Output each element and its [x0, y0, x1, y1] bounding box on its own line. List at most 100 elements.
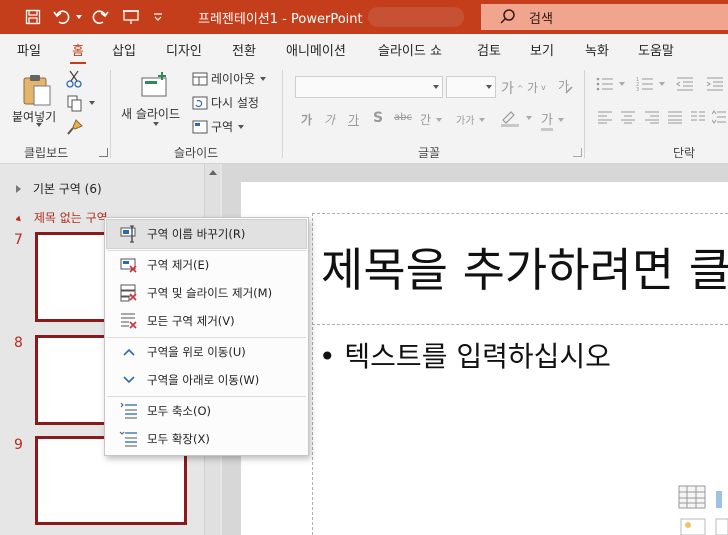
tab-review[interactable]: 검토 [477, 40, 501, 59]
menu-item-collapse-all[interactable]: 모두 축소(O) [107, 397, 306, 425]
new-slide-button[interactable]: 새 슬라이드 [121, 105, 180, 122]
font-color-button[interactable]: 가 [541, 109, 564, 131]
justify-icon[interactable] [667, 110, 683, 124]
document-title: 프레젠테이션1 - PowerPoint [198, 8, 363, 27]
strikethrough-button[interactable]: abc [394, 112, 412, 123]
reset-button[interactable]: 다시 설정 [192, 94, 259, 111]
chevron-up-icon [116, 342, 142, 362]
underline-button[interactable]: 가 [348, 111, 359, 128]
insert-table-icon[interactable] [678, 485, 706, 512]
new-slide-dropdown-icon[interactable] [151, 122, 159, 126]
paste-dropdown-icon[interactable] [34, 123, 42, 127]
font-size-combo[interactable] [446, 76, 496, 98]
menu-item-expand-all[interactable]: 모두 확장(X) [107, 425, 306, 453]
char-spacing-button[interactable]: 간 [420, 111, 443, 128]
section-header-basic[interactable]: 기본 구역 (6) [16, 180, 102, 197]
section-icon [192, 120, 208, 133]
tab-file[interactable]: 파일 [17, 40, 41, 59]
font-group-label: 글꼴 [418, 146, 441, 160]
present-from-start-icon[interactable] [120, 5, 142, 29]
body-placeholder-text: • 텍스트를 입력하십시오 [319, 340, 611, 373]
bold-button[interactable]: 가 [301, 111, 312, 128]
body-placeholder[interactable]: • 텍스트를 입력하십시오 [312, 327, 728, 535]
new-slide-icon[interactable] [138, 70, 170, 100]
save-icon[interactable] [22, 5, 44, 29]
title-bar: 프레젠테이션1 - PowerPoint 검색 [0, 0, 728, 34]
tab-home[interactable]: 홈 [70, 40, 86, 65]
section-button[interactable]: 구역 [192, 118, 245, 135]
tab-record[interactable]: 녹화 [585, 40, 609, 59]
remove-all-sections-icon [116, 311, 142, 331]
clear-format-icon[interactable]: 가 [557, 78, 573, 94]
clipboard-launcher-icon[interactable] [99, 148, 108, 157]
collapse-arrow-icon[interactable] [16, 215, 23, 223]
remove-section-icon [116, 255, 142, 275]
menu-item-remove-section-and-slides[interactable]: 구역 및 슬라이드 제거(M) [107, 279, 306, 307]
menu-item-remove-all-sections[interactable]: 모든 구역 제거(V) [107, 307, 306, 335]
rename-section-icon [116, 224, 142, 244]
menu-item-remove-section[interactable]: 구역 제거(E) [107, 251, 306, 279]
italic-button[interactable]: 가 [324, 111, 335, 128]
format-painter-icon[interactable] [66, 118, 84, 136]
highlight-button[interactable] [499, 108, 532, 128]
group-divider [584, 70, 585, 158]
increase-indent-icon[interactable] [706, 76, 724, 92]
font-name-combo[interactable] [295, 76, 443, 98]
insert-chart-icon[interactable] [714, 485, 728, 512]
paragraph-group-label: 단락 [673, 146, 696, 160]
title-placeholder[interactable]: 제목을 추가하려면 클 [312, 213, 728, 325]
section-context-menu: 구역 이름 바꾸기(R) 구역 제거(E) 구역 및 슬라이드 제거(M) 모든… [104, 217, 309, 456]
slide-number: 9 [14, 437, 23, 453]
redo-icon[interactable] [90, 5, 110, 29]
bullets-icon [596, 77, 613, 91]
tab-animations[interactable]: 애니메이션 [286, 40, 346, 59]
tab-insert[interactable]: 삽입 [112, 40, 136, 59]
collapse-all-icon [116, 401, 142, 421]
search-box[interactable]: 검색 [481, 4, 728, 30]
font-launcher-icon[interactable] [573, 148, 582, 157]
tab-design[interactable]: 디자인 [166, 40, 202, 59]
grow-font-button[interactable]: 가 ^ [501, 78, 524, 98]
reset-label: 다시 설정 [211, 96, 259, 110]
numbering-icon: 123 [636, 77, 653, 92]
tab-slideshow[interactable]: 슬라이드 쇼 [378, 40, 442, 59]
shadow-button[interactable]: S [373, 110, 383, 126]
change-case-button[interactable]: 가가 [456, 112, 486, 127]
section-header-untitled[interactable]: 제목 없는 구역 [16, 209, 108, 223]
menu-item-move-section-down[interactable]: 구역을 아래로 이동(W) [107, 366, 306, 394]
tab-view[interactable]: 보기 [530, 40, 554, 59]
slide-number: 8 [14, 335, 23, 351]
section-name: 제목 없는 구역 [33, 211, 108, 223]
align-left-icon[interactable] [597, 110, 613, 124]
line-spacing-icon[interactable] [712, 110, 726, 124]
insert-media-icon[interactable] [714, 517, 728, 535]
numbering-button[interactable]: 123 [636, 76, 665, 92]
ribbon: 붙여넣기 클립보드 새 슬라이드 레이아웃 다시 설정 구역 슬라이드 가 ^ … [0, 64, 728, 164]
undo-dropdown-icon[interactable] [72, 5, 84, 29]
menu-item-label: 모두 확장(X) [147, 432, 210, 446]
document-name: 프레젠테이션1 [198, 12, 279, 27]
insert-picture-icon[interactable] [680, 517, 708, 535]
columns-icon[interactable] [690, 110, 706, 124]
expand-arrow-icon[interactable] [16, 185, 21, 193]
layout-button[interactable]: 레이아웃 [192, 70, 267, 87]
shrink-font-button[interactable]: 가v [527, 79, 546, 96]
menu-item-move-section-up[interactable]: 구역을 위로 이동(U) [107, 338, 306, 366]
shrink-font-label: 가 [527, 81, 539, 95]
scroll-up-icon[interactable] [209, 170, 217, 175]
customize-toolbar-icon[interactable] [150, 5, 166, 29]
cut-icon[interactable] [66, 70, 82, 88]
bullets-button[interactable] [596, 76, 625, 92]
paste-icon[interactable] [16, 70, 56, 110]
chevron-down-icon [486, 85, 492, 89]
layout-label: 레이아웃 [211, 72, 256, 86]
undo-icon[interactable] [52, 5, 72, 29]
tab-help[interactable]: 도움말 [638, 40, 674, 59]
tab-transitions[interactable]: 전환 [232, 40, 256, 59]
align-center-icon[interactable] [620, 110, 636, 124]
copy-icon[interactable] [66, 94, 95, 112]
align-right-icon[interactable] [644, 110, 660, 124]
decrease-indent-icon[interactable] [676, 76, 694, 92]
search-label: 검색 [529, 11, 553, 27]
menu-item-rename-section[interactable]: 구역 이름 바꾸기(R) [106, 219, 307, 249]
